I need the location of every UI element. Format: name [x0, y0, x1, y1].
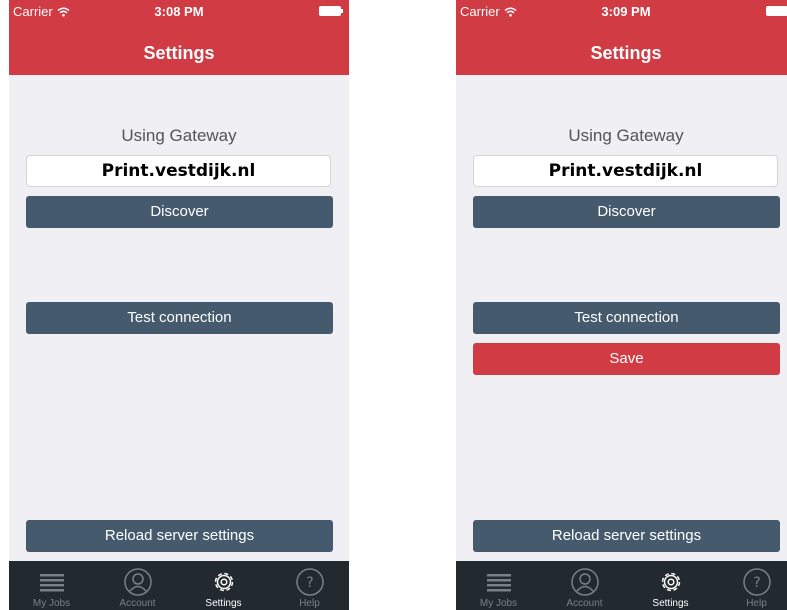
tab-bar: My Jobs Account Settings ? Help	[456, 561, 787, 610]
test-connection-button[interactable]: Test connection	[473, 302, 780, 334]
discover-button[interactable]: Discover	[473, 196, 780, 228]
reload-server-settings-button[interactable]: Reload server settings	[26, 520, 333, 552]
tab-label: Account	[566, 598, 603, 609]
nav-header: Carrier 3:09 PM Settings	[456, 0, 787, 75]
list-icon	[486, 574, 511, 592]
tab-label: My Jobs	[479, 598, 518, 609]
account-icon	[123, 568, 152, 596]
tab-account[interactable]: Account	[552, 561, 617, 610]
discover-button[interactable]: Discover	[26, 196, 333, 228]
page-title: Settings	[590, 43, 662, 63]
phone-screen-left: Carrier 3:08 PM Settings Using Gateway D…	[9, 0, 349, 610]
battery-icon	[766, 6, 787, 16]
tab-label: My Jobs	[32, 598, 71, 609]
list-icon	[39, 574, 64, 592]
tab-my-jobs[interactable]: My Jobs	[19, 561, 84, 610]
status-time: 3:08 PM	[154, 4, 204, 19]
test-connection-button[interactable]: Test connection	[26, 302, 333, 334]
tab-help[interactable]: ? Help	[724, 561, 787, 610]
gateway-input[interactable]	[26, 155, 331, 187]
tab-label: Settings	[205, 598, 242, 609]
page-title: Settings	[143, 43, 215, 63]
tab-label: Help	[299, 598, 320, 609]
battery-icon	[319, 6, 343, 16]
account-icon	[570, 568, 599, 596]
status-bar: Carrier 3:09 PM	[456, 0, 787, 22]
tab-settings[interactable]: Settings	[638, 561, 703, 610]
phone-screen-right: Carrier 3:09 PM Settings Using Gateway D…	[456, 0, 787, 610]
tab-my-jobs[interactable]: My Jobs	[466, 561, 531, 610]
gear-icon	[661, 572, 680, 592]
save-button[interactable]: Save	[473, 343, 780, 375]
gateway-input[interactable]	[473, 155, 778, 187]
tab-help[interactable]: ? Help	[277, 561, 342, 610]
status-time: 3:09 PM	[601, 4, 651, 19]
tab-label: Help	[746, 598, 767, 609]
svg-text:?: ?	[753, 575, 760, 591]
gear-icon	[214, 572, 233, 592]
help-icon: ?	[295, 568, 324, 596]
gateway-label: Using Gateway	[121, 126, 237, 145]
gateway-label: Using Gateway	[568, 126, 684, 145]
tab-bar: My Jobs Account Settings ? Help	[9, 561, 349, 610]
nav-header: Carrier 3:08 PM Settings	[9, 0, 349, 75]
reload-server-settings-button[interactable]: Reload server settings	[473, 520, 780, 552]
svg-text:?: ?	[306, 575, 313, 591]
tab-account[interactable]: Account	[105, 561, 170, 610]
tab-label: Settings	[652, 598, 689, 609]
tab-label: Account	[119, 598, 156, 609]
help-icon: ?	[742, 568, 771, 596]
status-bar: Carrier 3:08 PM	[9, 0, 349, 22]
tab-settings[interactable]: Settings	[191, 561, 256, 610]
